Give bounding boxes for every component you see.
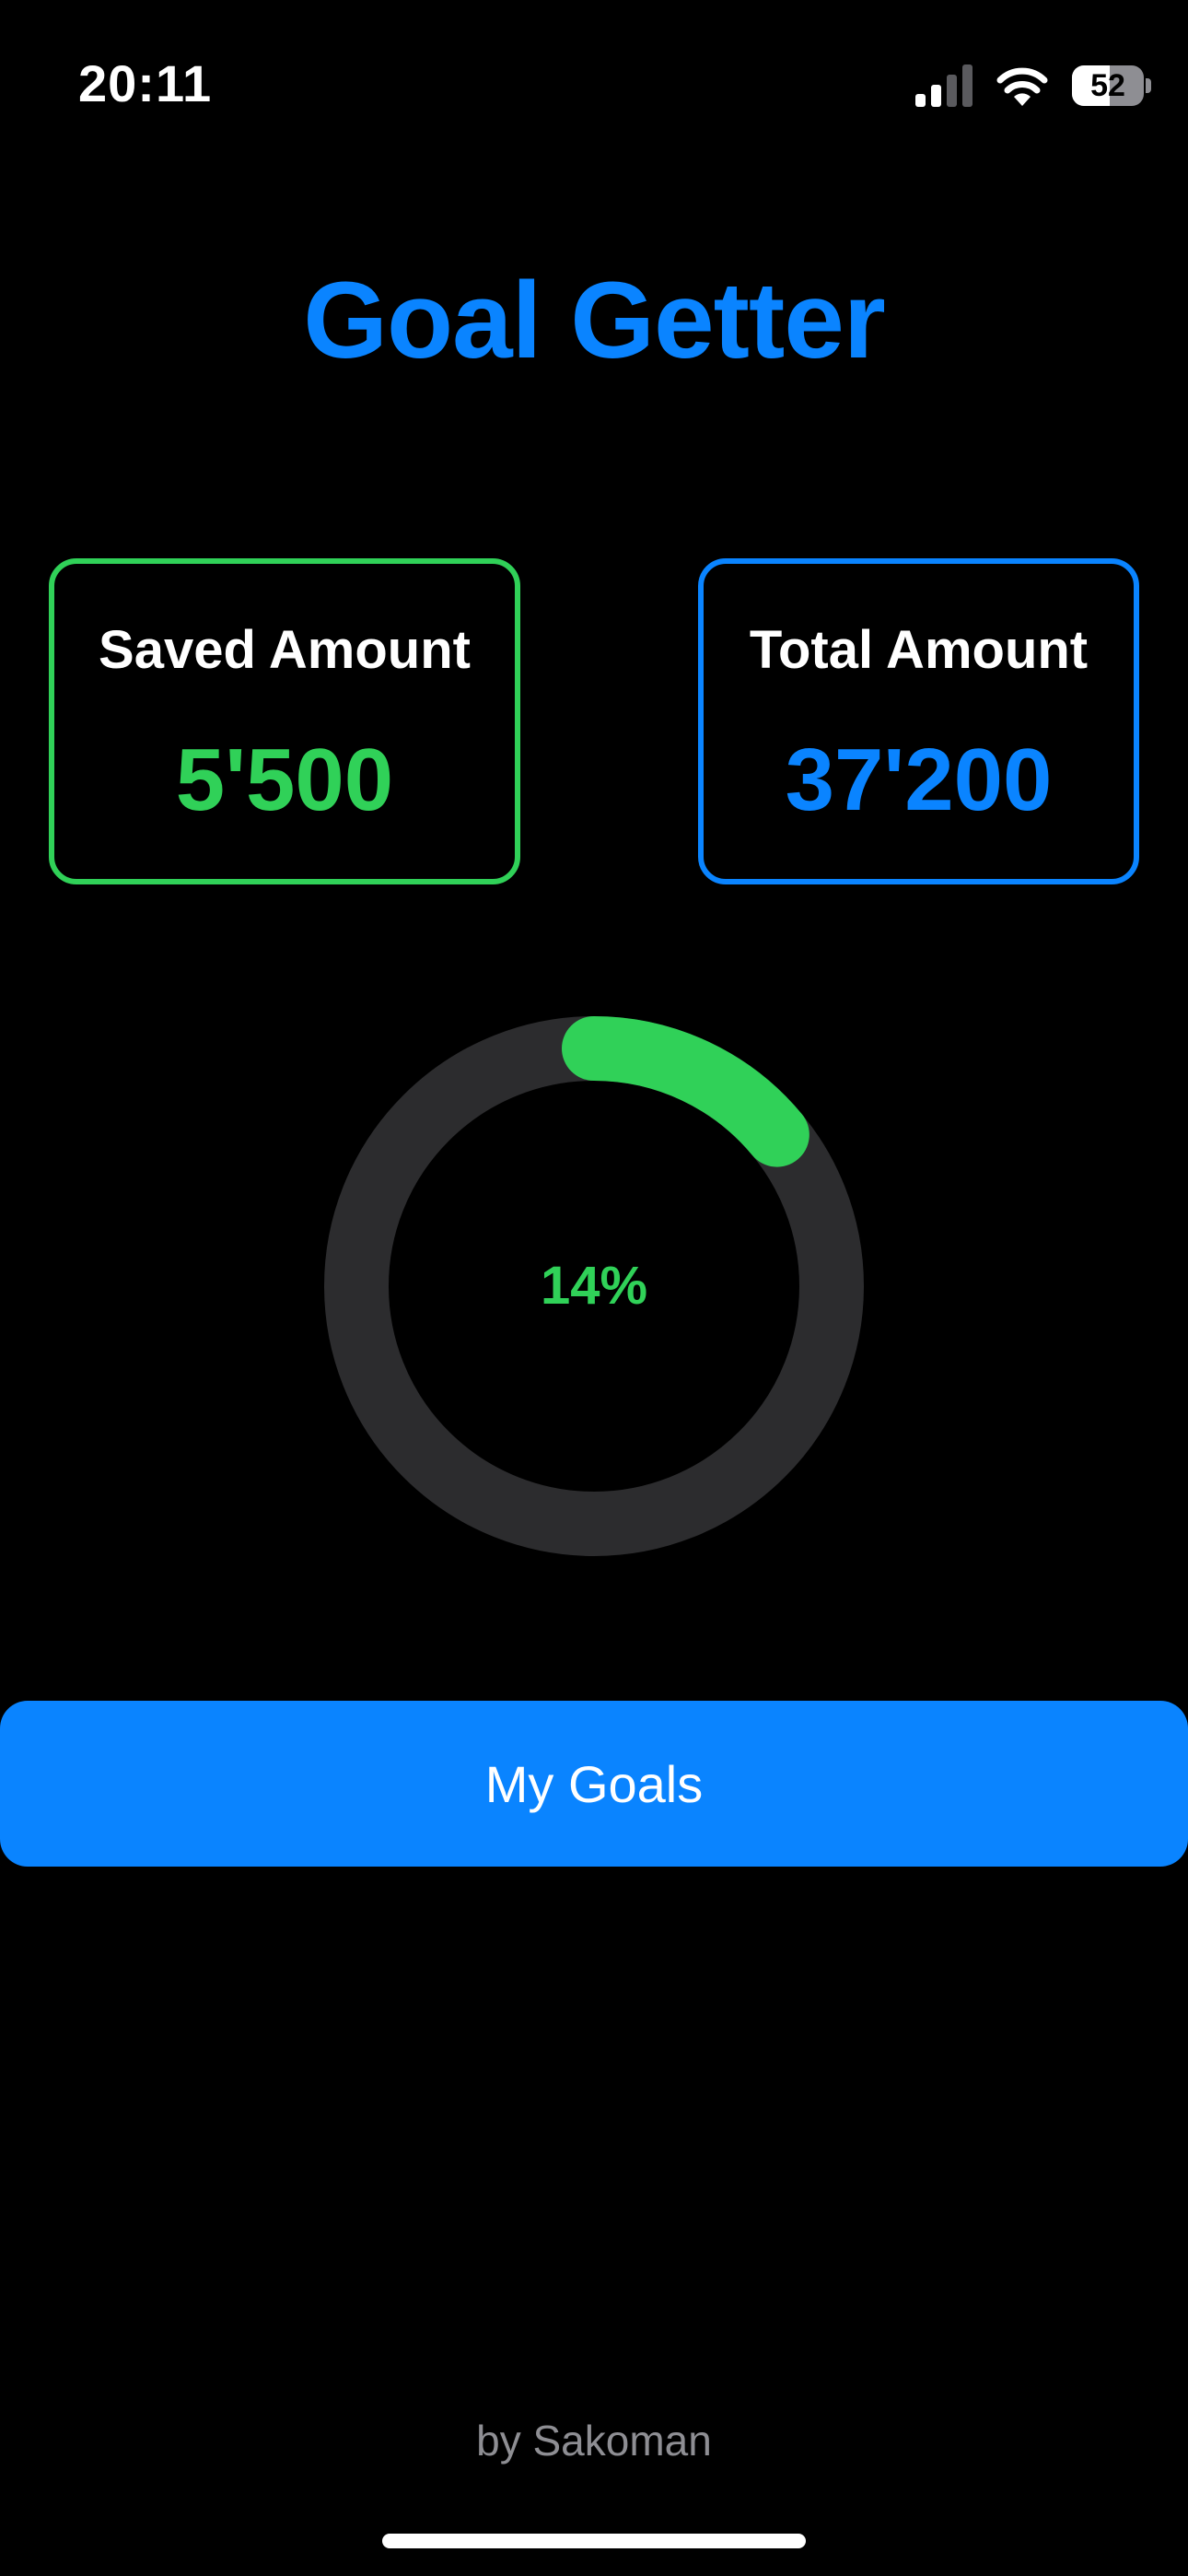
- total-amount-value: 37'200: [785, 731, 1053, 829]
- app-screen: 20:11 52 Goal Getter Saved Amount 5'500 …: [0, 0, 1188, 2576]
- saved-amount-card: Saved Amount 5'500: [49, 558, 520, 884]
- signal-bar-3: [947, 75, 957, 107]
- home-indicator[interactable]: [382, 2534, 806, 2548]
- saved-amount-label: Saved Amount: [99, 620, 471, 680]
- total-amount-card: Total Amount 37'200: [698, 558, 1139, 884]
- battery-cap: [1146, 78, 1151, 93]
- wifi-icon: [996, 67, 1048, 106]
- status-bar: 20:11 52: [0, 0, 1188, 175]
- signal-bar-2: [931, 85, 941, 107]
- battery-body: 52: [1072, 65, 1144, 106]
- signal-bar-1: [915, 94, 926, 107]
- my-goals-button[interactable]: My Goals: [0, 1701, 1188, 1867]
- cellular-signal-icon: [915, 64, 973, 107]
- battery-icon: 52: [1072, 64, 1151, 107]
- progress-percent: 14%: [540, 1256, 648, 1316]
- saved-amount-value: 5'500: [175, 731, 394, 829]
- total-amount-label: Total Amount: [749, 620, 1089, 680]
- signal-bar-4: [962, 64, 973, 107]
- status-icons: 52: [915, 63, 1151, 109]
- app-title: Goal Getter: [303, 260, 886, 381]
- progress-ring: 14%: [323, 1015, 865, 1557]
- footer-credit: by Sakoman: [476, 2417, 712, 2465]
- battery-level: 52: [1090, 68, 1125, 103]
- status-time: 20:11: [78, 54, 213, 112]
